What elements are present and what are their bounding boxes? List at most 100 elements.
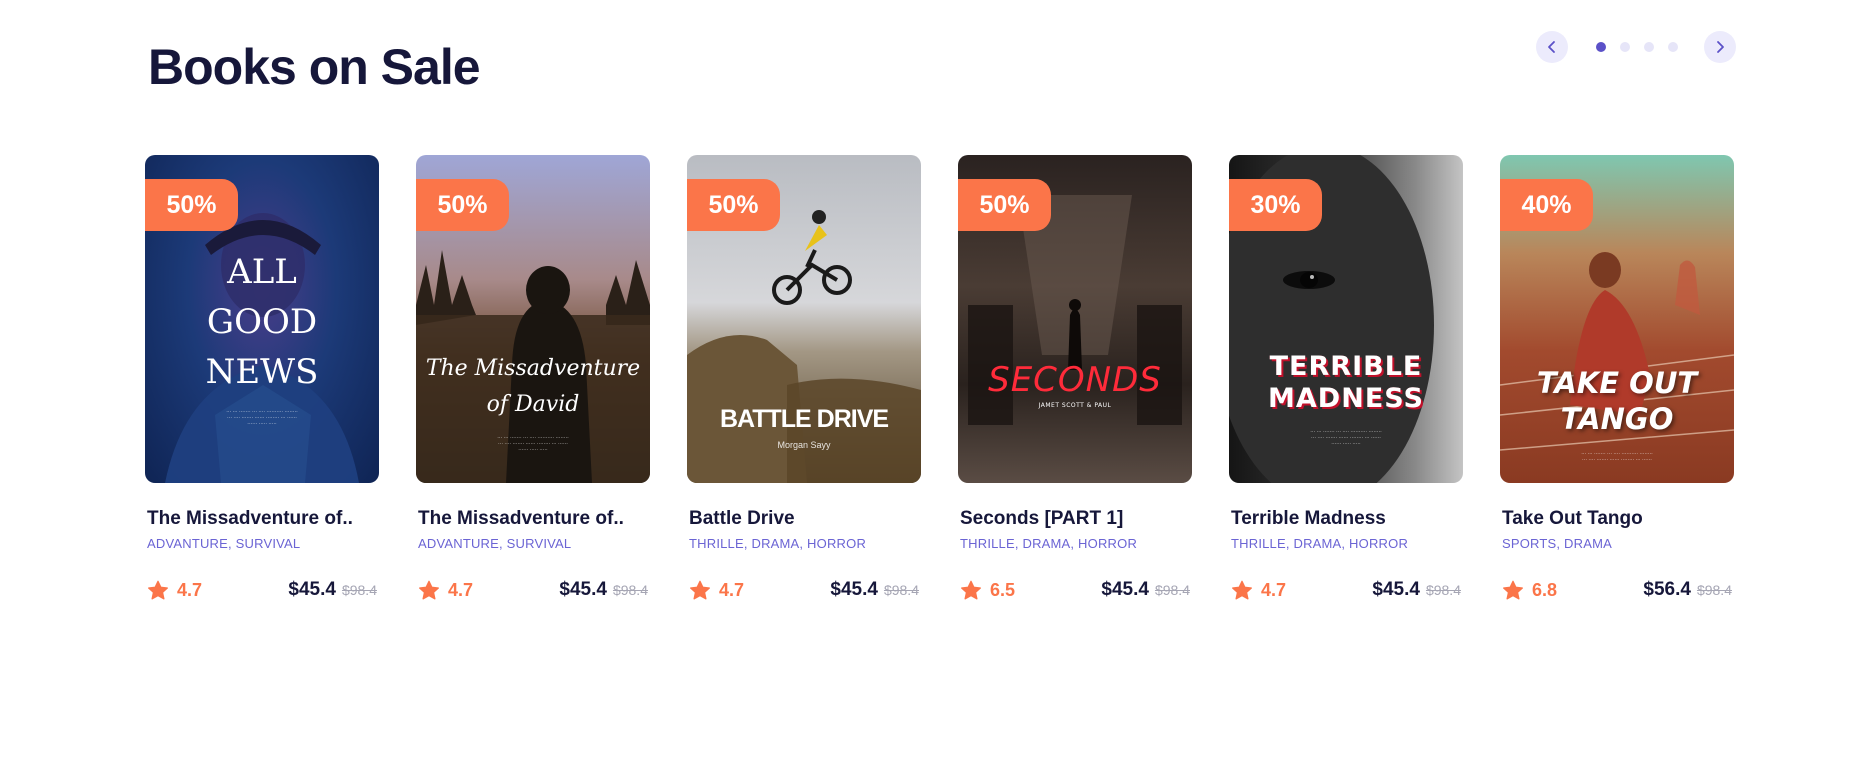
rating-value: 6.5 — [990, 579, 1016, 600]
sale-price: $45.4 — [288, 579, 336, 600]
chevron-right-icon — [1717, 41, 1724, 53]
discount-badge: 50% — [416, 179, 509, 231]
sale-price: $56.4 — [1643, 579, 1691, 600]
book-rating: 6.8 — [1502, 580, 1557, 601]
cover-title-line: The Missadventure — [425, 356, 641, 381]
book-rating: 4.7 — [1231, 580, 1286, 601]
chevron-left-icon — [1548, 41, 1555, 53]
book-card[interactable]: 50% ALL GOOD NEWS ··· ··· ······· ··· ··… — [145, 155, 379, 601]
carousel-dot-2[interactable] — [1620, 42, 1630, 52]
book-title[interactable]: Take Out Tango — [1502, 508, 1734, 530]
book-title[interactable]: The Missadventure of.. — [147, 508, 379, 530]
book-rating: 6.5 — [960, 580, 1015, 601]
cover-title: BATTLE DRIVE Morgan Sayy — [687, 405, 921, 450]
cover-title-line: of David — [486, 392, 580, 417]
original-price: $98.4 — [612, 582, 648, 598]
book-genres: SPORTS, DRAMA — [1502, 536, 1612, 551]
book-prices: $45.4 $98.4 — [1101, 579, 1190, 601]
book-card[interactable]: 50% BATTLE DRIVE Morgan Sayy Battle Driv… — [687, 155, 921, 601]
sale-price: $45.4 — [830, 579, 878, 600]
cover-title: ALL GOOD NEWS — [145, 247, 379, 397]
book-rating: 4.7 — [418, 580, 473, 601]
discount-badge: 50% — [145, 179, 238, 231]
carousel-dots — [1596, 42, 1678, 52]
cover-blurb: ··· ··· ······· ··· ···· ·········· ····… — [226, 409, 298, 427]
sale-price: $45.4 — [1372, 579, 1420, 600]
rating-value: 6.8 — [1532, 579, 1558, 600]
carousel-dot-4[interactable] — [1668, 42, 1678, 52]
cover-author: JAMET SCOTT & PAUL — [1038, 402, 1112, 409]
discount-badge: 50% — [687, 179, 780, 231]
book-genres: ADVANTURE, SURVIVAL — [418, 536, 572, 551]
book-card[interactable]: 50% The Missadventure of David ··· ··· ·… — [416, 155, 650, 601]
book-card[interactable]: 30% TERRIBLE MADNESS ··· ··· ······· ···… — [1229, 155, 1463, 601]
original-price: $98.4 — [883, 582, 919, 598]
cover-title: TERRIBLE MADNESS — [1229, 351, 1463, 415]
cover-title-line: SECONDS — [988, 360, 1162, 400]
cover-title: TAKE OUT TANGO — [1500, 365, 1734, 437]
book-meta: 4.7 $45.4 $98.4 — [687, 579, 921, 601]
book-meta: 6.8 $56.4 $98.4 — [1500, 579, 1734, 601]
original-price: $98.4 — [1154, 582, 1190, 598]
rating-value: 4.7 — [719, 579, 745, 600]
book-cover[interactable]: 50% ALL GOOD NEWS ··· ··· ······· ··· ··… — [145, 155, 379, 483]
discount-badge: 30% — [1229, 179, 1322, 231]
rating-value: 4.7 — [448, 579, 474, 600]
book-prices: $45.4 $98.4 — [288, 579, 377, 601]
book-genres: ADVANTURE, SURVIVAL — [147, 536, 301, 551]
star-icon — [690, 580, 710, 599]
book-meta: 6.5 $45.4 $98.4 — [958, 579, 1192, 601]
book-title[interactable]: Seconds [PART 1] — [960, 508, 1192, 530]
books-on-sale-section: Books on Sale 50% ALL GOOD NEWS ··· ··· … — [0, 0, 1867, 767]
book-genres: THRILLE, DRAMA, HORROR — [1231, 536, 1409, 551]
book-title[interactable]: The Missadventure of.. — [418, 508, 650, 530]
book-card[interactable]: 40% TAKE OUT TANGO ··· ··· ······· ··· ·… — [1500, 155, 1734, 601]
cover-title-line: TERRIBLE — [1269, 351, 1423, 382]
book-prices: $45.4 $98.4 — [1372, 579, 1461, 601]
prev-button[interactable] — [1536, 31, 1568, 63]
carousel-dot-3[interactable] — [1644, 42, 1654, 52]
book-prices: $45.4 $98.4 — [559, 579, 648, 601]
book-cover[interactable]: 50% The Missadventure of David ··· ··· ·… — [416, 155, 650, 483]
book-meta: 4.7 $45.4 $98.4 — [416, 579, 650, 601]
book-meta: 4.7 $45.4 $98.4 — [1229, 579, 1463, 601]
discount-badge: 40% — [1500, 179, 1593, 231]
next-button[interactable] — [1704, 31, 1736, 63]
book-cover[interactable]: 30% TERRIBLE MADNESS ··· ··· ······· ···… — [1229, 155, 1463, 483]
star-icon — [1232, 580, 1252, 599]
cover-title-line: NEWS — [205, 352, 319, 392]
book-rating: 4.7 — [689, 580, 744, 601]
book-genres: THRILLE, DRAMA, HORROR — [689, 536, 867, 551]
book-prices: $45.4 $98.4 — [830, 579, 919, 601]
book-prices: $56.4 $98.4 — [1643, 579, 1732, 601]
carousel-navigation — [1536, 31, 1736, 63]
cover-blurb: ··· ··· ······· ··· ···· ·········· ····… — [1581, 451, 1653, 463]
cover-title-line: BATTLE DRIVE — [719, 405, 889, 433]
book-meta: 4.7 $45.4 $98.4 — [145, 579, 379, 601]
original-price: $98.4 — [341, 582, 377, 598]
star-icon — [1503, 580, 1523, 599]
star-icon — [419, 580, 439, 599]
cover-title-line: ALL — [227, 252, 297, 292]
sale-price: $45.4 — [1101, 579, 1149, 600]
cover-title-line: GOOD — [206, 302, 318, 342]
book-card[interactable]: 50% SECONDS JAMET SCOTT & PAUL Seconds [… — [958, 155, 1192, 601]
cover-author: Morgan Sayy — [777, 440, 831, 450]
book-cover[interactable]: 50% BATTLE DRIVE Morgan Sayy — [687, 155, 921, 483]
rating-value: 4.7 — [1261, 579, 1287, 600]
book-title[interactable]: Terrible Madness — [1231, 508, 1463, 530]
star-icon — [961, 580, 981, 599]
sale-price: $45.4 — [559, 579, 607, 600]
original-price: $98.4 — [1696, 582, 1732, 598]
carousel-dot-1[interactable] — [1596, 42, 1606, 52]
book-card-list: 50% ALL GOOD NEWS ··· ··· ······· ··· ··… — [145, 155, 1734, 601]
book-title[interactable]: Battle Drive — [689, 508, 921, 530]
section-title: Books on Sale — [148, 39, 481, 95]
book-cover[interactable]: 40% TAKE OUT TANGO ··· ··· ······· ··· ·… — [1500, 155, 1734, 483]
cover-title-line: MADNESS — [1268, 383, 1424, 414]
cover-blurb: ··· ··· ······· ··· ···· ·········· ····… — [497, 435, 569, 453]
original-price: $98.4 — [1425, 582, 1461, 598]
discount-badge: 50% — [958, 179, 1051, 231]
book-genres: THRILLE, DRAMA, HORROR — [960, 536, 1138, 551]
book-cover[interactable]: 50% SECONDS JAMET SCOTT & PAUL — [958, 155, 1192, 483]
